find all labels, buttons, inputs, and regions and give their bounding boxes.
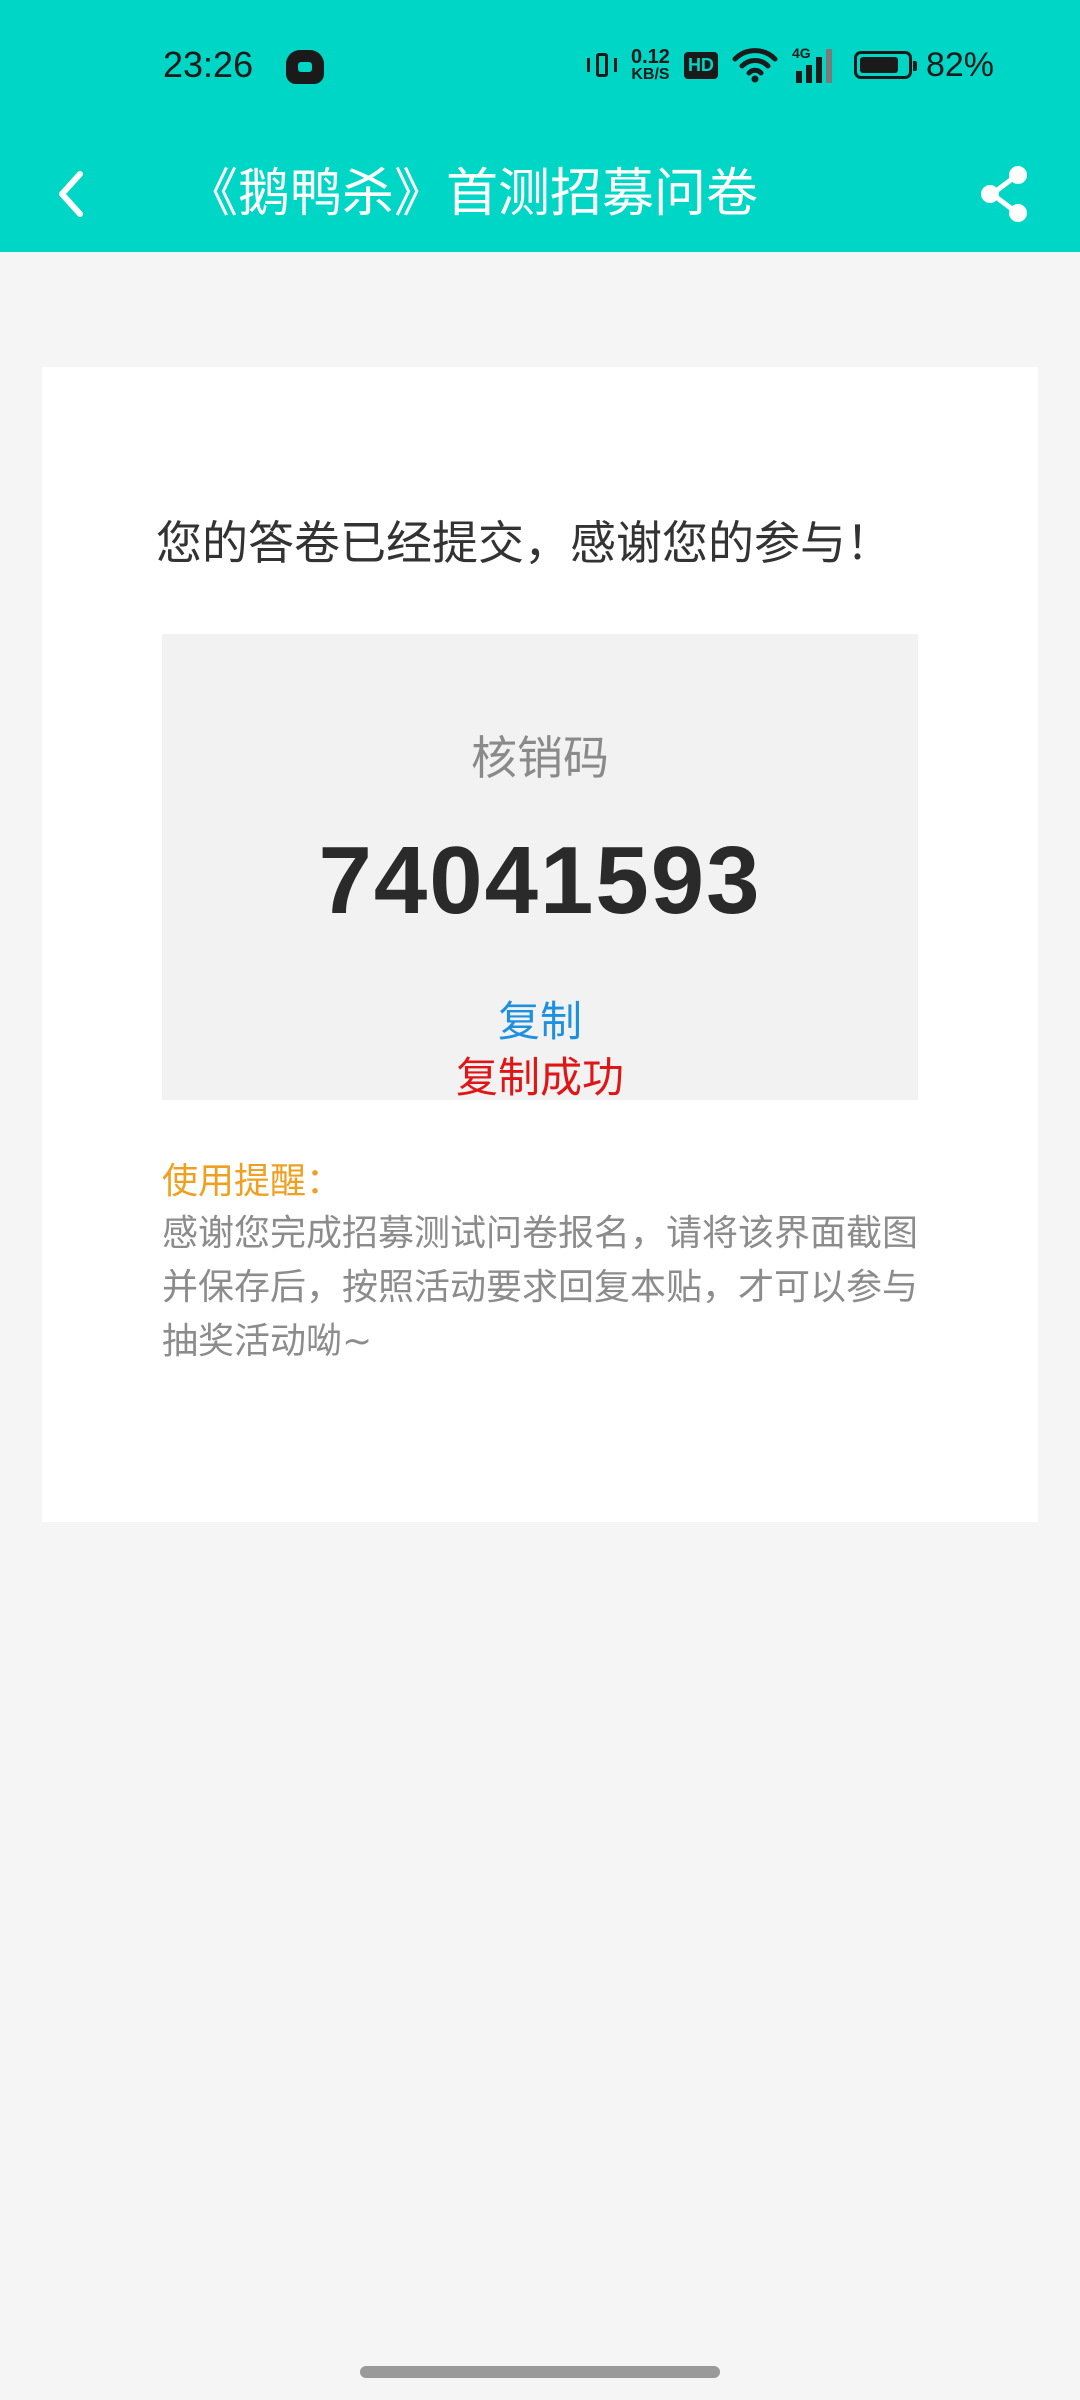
chevron-left-icon	[59, 171, 83, 217]
network-speed-value: 0.12	[631, 46, 670, 68]
screen: 23:26 0.12 KB/S HD 4G 82% 《鹅鸭杀》首测招募问卷 您的…	[0, 0, 1080, 2400]
copy-success-message: 复制成功	[455, 1053, 624, 1102]
hd-icon: HD	[683, 51, 718, 79]
redemption-code-box: 核销码 74041593 复制 复制成功	[162, 634, 918, 1102]
network-speed: 0.12 KB/S	[631, 47, 670, 83]
wifi-icon	[732, 47, 778, 83]
status-time: 23:26	[163, 44, 254, 85]
copy-button[interactable]: 复制	[162, 988, 918, 1049]
status-bar: 23:26 0.12 KB/S HD 4G 82%	[0, 0, 1080, 136]
reminder-text: 感谢您完成招募测试问卷报名，请将该界面截图并保存后，按照活动要求回复本贴，才可以…	[162, 1213, 919, 1362]
battery-percent: 82%	[925, 45, 994, 84]
back-button[interactable]	[40, 158, 112, 230]
submission-message: 您的答卷已经提交，感谢您的参与！	[156, 516, 892, 570]
battery-icon	[853, 51, 917, 79]
status-icons: 0.12 KB/S HD 4G 82%	[587, 40, 994, 90]
app-notification-icon	[286, 50, 324, 84]
result-card: 您的答卷已经提交，感谢您的参与！ 核销码 74041593 复制 复制成功 使用…	[42, 367, 1038, 1522]
network-speed-unit: KB/S	[631, 66, 670, 83]
header: 23:26 0.12 KB/S HD 4G 82% 《鹅鸭杀》首测招募问卷	[0, 0, 1080, 252]
share-button[interactable]	[968, 158, 1040, 230]
battery-fill	[859, 57, 898, 73]
redemption-code-label: 核销码	[471, 731, 609, 785]
share-icon	[981, 166, 1027, 222]
home-indicator[interactable]	[360, 2366, 720, 2378]
page-title: 《鹅鸭杀》首测招募问卷	[186, 164, 759, 224]
app-bar: 《鹅鸭杀》首测招募问卷	[0, 136, 1080, 252]
vibrate-icon	[587, 51, 617, 79]
battery: 82%	[853, 45, 994, 85]
cellular-signal-icon: 4G	[792, 45, 840, 85]
signal-label: 4G	[792, 45, 811, 61]
reminder-title: 使用提醒：	[162, 1161, 343, 1202]
redemption-code-value: 74041593	[318, 827, 762, 934]
